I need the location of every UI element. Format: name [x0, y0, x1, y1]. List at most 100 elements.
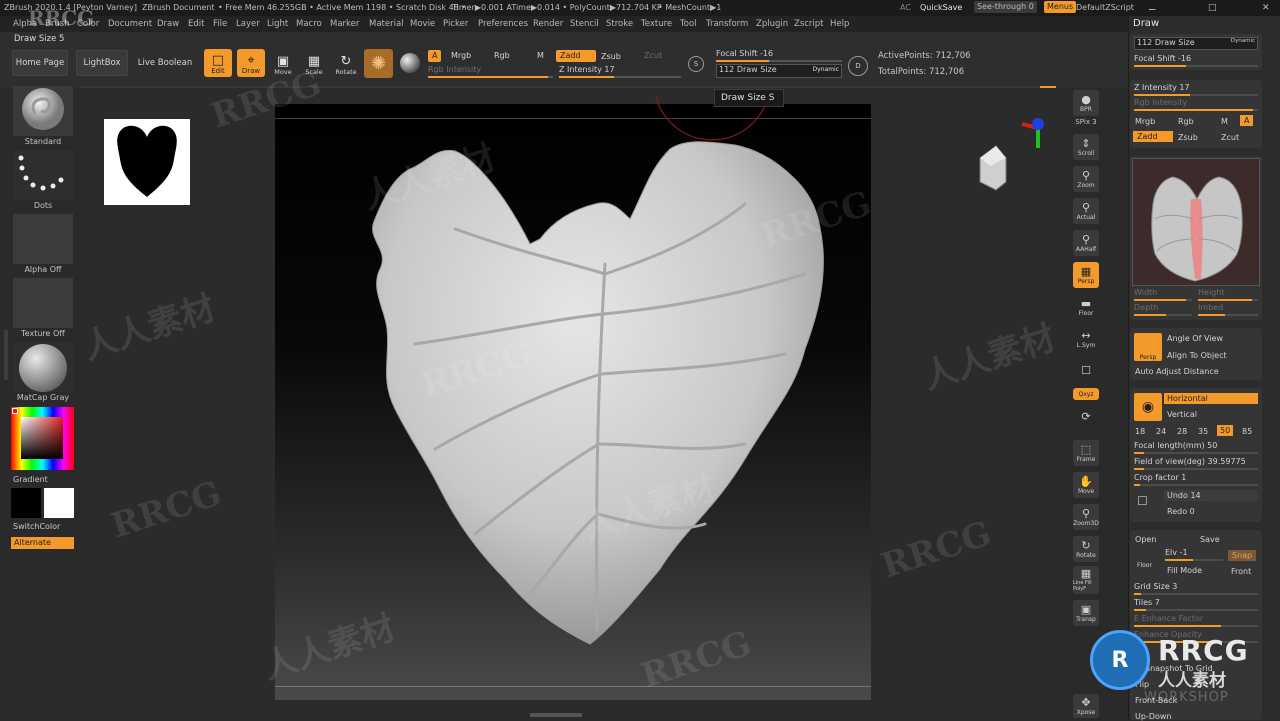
aahalf-button[interactable]: ⚲ AAHalf	[1073, 230, 1099, 256]
panel-m-toggle[interactable]: M	[1221, 117, 1228, 126]
zadd-toggle[interactable]: Zadd	[556, 50, 596, 62]
menu-preferences[interactable]: Preferences	[478, 19, 528, 29]
menu-texture[interactable]: Texture	[641, 19, 672, 29]
menu-macro[interactable]: Macro	[296, 19, 322, 29]
align-to-object-button[interactable]: Align To Object	[1167, 351, 1227, 360]
material-sphere-icon[interactable]	[400, 53, 420, 73]
panel-zsub-toggle[interactable]: Zsub	[1178, 133, 1198, 142]
draw-mode-button[interactable]: ⌖ Draw	[237, 49, 265, 77]
alternate-toggle[interactable]: Alternate	[11, 537, 74, 549]
z-intensity-slider[interactable]: Z Intensity 17	[559, 65, 681, 78]
imbed-slider[interactable]: Imbed	[1198, 303, 1258, 317]
color-picker[interactable]	[11, 407, 74, 470]
menu-zscript[interactable]: Zscript	[794, 19, 824, 29]
menu-layer[interactable]: Layer	[236, 19, 260, 29]
lightbox-button[interactable]: LightBox	[76, 50, 128, 76]
menu-help[interactable]: Help	[830, 19, 849, 29]
primary-color-swatch[interactable]	[44, 488, 74, 518]
focal-option-85[interactable]: 85	[1242, 427, 1252, 436]
rotate-mode-button[interactable]: ↻ Rotate	[333, 50, 359, 76]
menu-material[interactable]: Material	[369, 19, 404, 29]
undo-history-icon[interactable]: ☐	[1137, 494, 1148, 508]
frame-button[interactable]: ⬚ Frame	[1073, 440, 1099, 466]
draw-size-icon[interactable]: D	[848, 56, 868, 76]
live-boolean-button[interactable]: Live Boolean	[134, 50, 196, 76]
menu-alpha[interactable]: Alpha	[13, 19, 37, 29]
mrgb-toggle[interactable]: Mrgb	[447, 50, 475, 62]
switch-color-button[interactable]: SwitchColor	[13, 522, 60, 531]
persp-button[interactable]: ▦ Persp	[1073, 262, 1099, 288]
zsub-toggle[interactable]: Zsub	[597, 51, 625, 63]
rotate-axis-button[interactable]: ⟳	[1073, 403, 1099, 431]
document-canvas[interactable]	[275, 104, 871, 700]
zcut-toggle[interactable]: Zcut	[640, 50, 666, 62]
zoom3d-button[interactable]: ⚲ Zoom3D	[1073, 504, 1099, 530]
horizontal-toggle[interactable]: Horizontal	[1164, 393, 1258, 404]
transp-button[interactable]: ▣ Transp	[1073, 600, 1099, 626]
panel-focal-shift-slider[interactable]: Focal Shift -16	[1134, 54, 1258, 68]
color-square[interactable]	[21, 417, 63, 459]
default-zscript-button[interactable]: DefaultZScript	[1076, 3, 1134, 12]
dynamic-toggle[interactable]: Dynamic	[813, 66, 839, 73]
focal-shift-slider[interactable]: Focal Shift -16	[716, 49, 842, 62]
alpha-thumbnail[interactable]	[13, 214, 73, 264]
menus-toggle[interactable]: Menus	[1044, 1, 1077, 13]
texture-thumbnail[interactable]	[13, 278, 73, 328]
quicksave-button[interactable]: QuickSave	[920, 3, 962, 12]
panel-zadd-toggle[interactable]: Zadd	[1133, 131, 1173, 142]
menu-tool[interactable]: Tool	[680, 19, 697, 29]
menu-file[interactable]: File	[213, 19, 227, 29]
menu-document[interactable]: Document	[108, 19, 152, 29]
fill-mode-slider[interactable]: Fill Mode	[1167, 566, 1202, 575]
crop-factor-slider[interactable]: Crop factor 1	[1134, 473, 1258, 487]
menu-stroke[interactable]: Stroke	[606, 19, 633, 29]
draw-size-slider[interactable]: 112 Draw Size Dynamic	[716, 64, 842, 78]
panel-rgb-toggle[interactable]: Rgb	[1178, 117, 1194, 126]
width-slider[interactable]: Width	[1134, 288, 1192, 302]
front-toggle[interactable]: Front	[1231, 567, 1251, 576]
panel-draw-size-slider[interactable]: 112 Draw Size Dynamic	[1134, 37, 1258, 50]
move-button[interactable]: ✋ Move	[1073, 472, 1099, 498]
menu-marker[interactable]: Marker	[330, 19, 359, 29]
focal-shift-icon[interactable]: S	[688, 56, 704, 72]
grid-floor-button[interactable]: Floor	[1137, 562, 1152, 569]
zoom-button[interactable]: ⚲ Zoom	[1073, 166, 1099, 192]
stroke-thumbnail[interactable]	[13, 150, 73, 200]
rgb-intensity-slider[interactable]: Rgb Intensity	[428, 65, 553, 78]
depth-slider[interactable]: Depth	[1134, 303, 1192, 317]
focal-option-28[interactable]: 28	[1177, 427, 1187, 436]
camera-icon[interactable]: ◉	[1134, 393, 1162, 421]
see-through-slider[interactable]: See-through 0	[974, 1, 1037, 13]
menu-render[interactable]: Render	[533, 19, 563, 29]
panel-persp-button[interactable]: Persp	[1134, 333, 1162, 361]
height-slider[interactable]: Height	[1198, 288, 1258, 302]
tiles-slider[interactable]: Tiles 7	[1134, 598, 1258, 612]
panel-mrgb-toggle[interactable]: Mrgb	[1135, 117, 1155, 126]
leaf-mesh[interactable]	[275, 104, 871, 700]
bpr-button[interactable]: ● BPR	[1073, 90, 1099, 116]
m-toggle[interactable]: M	[533, 50, 548, 62]
scroll-button[interactable]: ⇕ Scroll	[1073, 134, 1099, 160]
panel-z-intensity-slider[interactable]: Z Intensity 17	[1134, 83, 1258, 97]
menu-picker[interactable]: Picker	[443, 19, 468, 29]
scale-mode-button[interactable]: ▦ Scale	[301, 50, 327, 76]
maximize-icon[interactable]: □	[1208, 3, 1217, 13]
menu-edit[interactable]: Edit	[188, 19, 204, 29]
elv-slider[interactable]: Elv -1	[1165, 548, 1223, 562]
brush-thumbnail[interactable]	[13, 86, 73, 136]
menu-zplugin[interactable]: Zplugin	[756, 19, 788, 29]
rotate-button[interactable]: ↻ Rotate	[1073, 536, 1099, 562]
floor-button[interactable]: ▬ Floor	[1073, 294, 1099, 320]
menu-movie[interactable]: Movie	[410, 19, 435, 29]
rgb-toggle[interactable]: Rgb	[490, 50, 514, 62]
edit-mode-button[interactable]: □ Edit	[204, 49, 232, 77]
snap-toggle[interactable]: Snap	[1228, 550, 1257, 561]
panel-dynamic-toggle[interactable]: Dynamic	[1231, 38, 1255, 44]
xyz-button[interactable]: Qxyz	[1073, 388, 1099, 400]
lock-button[interactable]: ☐	[1073, 358, 1099, 384]
panel-a-toggle[interactable]: A	[1240, 115, 1254, 126]
focal-option-18[interactable]: 18	[1135, 427, 1145, 436]
menu-light[interactable]: Light	[267, 19, 288, 29]
move-mode-button[interactable]: ▣ Move	[270, 50, 296, 76]
panel-zcut-toggle[interactable]: Zcut	[1221, 133, 1239, 142]
